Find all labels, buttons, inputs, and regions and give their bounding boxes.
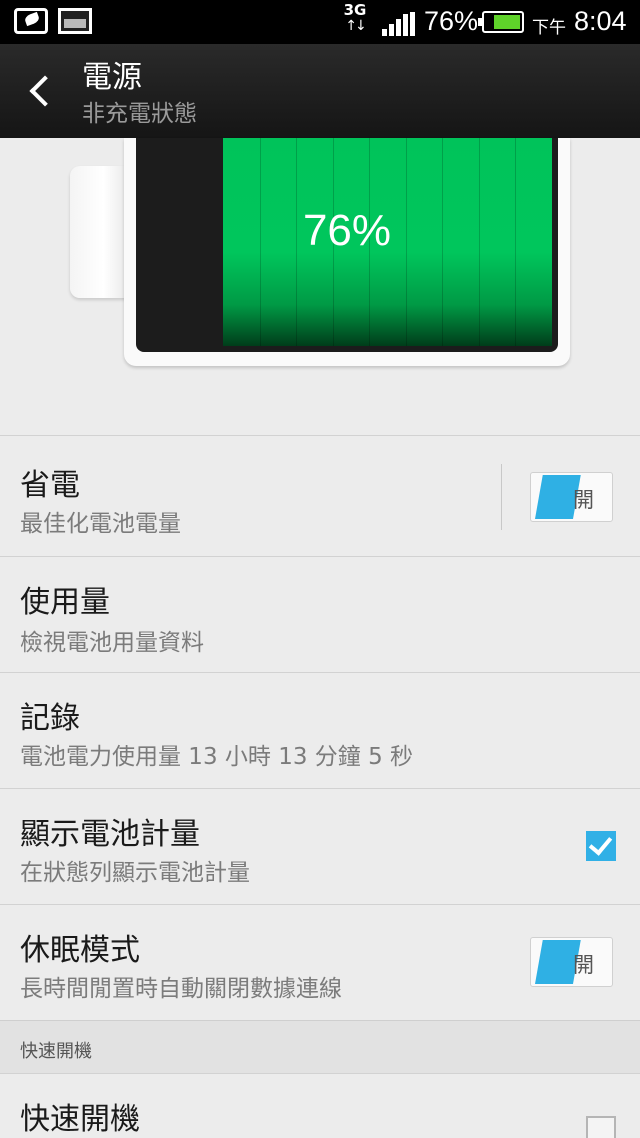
toggle-label: 開 [573, 953, 594, 977]
battery-cell: 76% [136, 138, 558, 352]
fast-boot-item[interactable]: 快速開機 [0, 1073, 640, 1138]
status-clock: 8:04 [574, 6, 627, 36]
item-title: 使用量 [20, 585, 110, 620]
item-title: 顯示電池計量 [20, 817, 200, 852]
status-battery-percent: 76% [424, 6, 479, 36]
power-saver-toggle[interactable]: 開 [530, 472, 613, 522]
screenshot-notification-icon [58, 8, 92, 34]
item-title: 快速開機 [20, 1102, 140, 1137]
network-type-label: 3G [343, 1, 367, 19]
signal-strength-icon [382, 12, 416, 36]
settings-list: 省電 最佳化電池電量 開 使用量 檢視電池用量資料 記錄 電池電力使用量 13 … [0, 435, 640, 1138]
signal-bar [396, 19, 401, 36]
back-button[interactable] [18, 66, 64, 116]
show-battery-meter-item[interactable]: 顯示電池計量 在狀態列顯示電池計量 [0, 788, 640, 904]
battery-body: 76% [124, 138, 570, 366]
signal-bar [410, 12, 415, 36]
page-subtitle: 非充電狀態 [82, 101, 197, 127]
battery-terminal [70, 166, 126, 298]
usage-item[interactable]: 使用量 檢視電池用量資料 [0, 556, 640, 672]
battery-icon-fill [494, 15, 520, 29]
signal-bar [403, 14, 408, 36]
item-title: 省電 [20, 468, 80, 503]
status-ampm: 下午 [532, 18, 566, 38]
item-title: 休眠模式 [20, 933, 140, 968]
action-bar: 電源 非充電狀態 [0, 44, 640, 138]
network-type-icon: 3G ↑↓ [342, 2, 368, 42]
fast-boot-section-header: 快速開機 [0, 1020, 640, 1073]
status-bar: 3G ↑↓ 76% 下午 8:04 [0, 0, 640, 44]
toggle-label: 開 [573, 488, 594, 512]
sync-notification-icon [14, 8, 48, 34]
data-activity-icon: ↑↓ [345, 18, 366, 34]
section-label: 快速開機 [20, 1041, 92, 1062]
history-item[interactable]: 記錄 電池電力使用量 13 小時 13 分鐘 5 秒 [0, 672, 640, 788]
page-title: 電源 [82, 60, 142, 95]
item-summary: 長時間閒置時自動關閉數據連線 [20, 976, 342, 1002]
show-battery-meter-checkbox[interactable] [586, 831, 616, 861]
item-title: 記錄 [20, 701, 80, 736]
signal-bar [389, 24, 394, 36]
item-summary: 最佳化電池電量 [20, 511, 181, 537]
sleep-mode-toggle[interactable]: 開 [530, 937, 613, 987]
battery-graphic: 76% [0, 138, 640, 435]
battery-percent-label: 76% [302, 206, 392, 255]
item-summary: 電池電力使用量 13 小時 13 分鐘 5 秒 [20, 744, 414, 770]
power-saver-item[interactable]: 省電 最佳化電池電量 開 [0, 435, 640, 556]
signal-bar [382, 29, 387, 36]
fast-boot-checkbox[interactable] [586, 1116, 616, 1138]
divider [501, 464, 502, 530]
battery-icon [478, 11, 524, 33]
item-summary: 檢視電池用量資料 [20, 630, 204, 656]
notification-icons [14, 8, 92, 34]
item-summary: 在狀態列顯示電池計量 [20, 860, 250, 886]
sleep-mode-item[interactable]: 休眠模式 長時間閒置時自動關閉數據連線 開 [0, 904, 640, 1020]
